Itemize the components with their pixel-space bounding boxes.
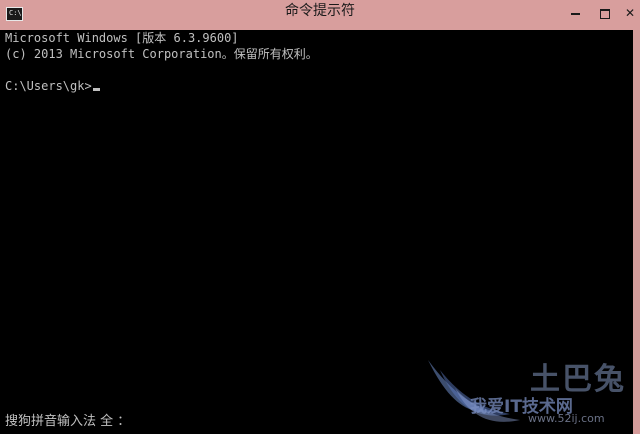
watermark: 土巴兔 我爱IT技术网 www.52ij.com	[420, 350, 633, 430]
minimize-icon	[570, 12, 580, 15]
maximize-icon	[600, 8, 610, 19]
ime-status-bar: 搜狗拼音输入法 全 ：	[5, 414, 131, 429]
maximize-button[interactable]	[590, 2, 620, 26]
console-line-copyright: (c) 2013 Microsoft Corporation。保留所有权利。	[5, 47, 318, 61]
console-output[interactable]: Microsoft Windows [版本 6.3.9600] (c) 2013…	[0, 30, 633, 434]
close-icon: ✕	[624, 6, 636, 20]
watermark-url: www.52ij.com	[528, 412, 605, 425]
console-prompt: C:\Users\gk>	[5, 78, 100, 94]
prompt-text: C:\Users\gk>	[5, 79, 92, 93]
title-bar[interactable]: C:\. 命令提示符 ✕	[0, 0, 640, 30]
console-window: C:\. 命令提示符 ✕ Microsoft Windows [版本 6.3.9…	[0, 0, 640, 434]
close-button[interactable]: ✕	[620, 2, 640, 26]
console-line-version: Microsoft Windows [版本 6.3.9600]	[5, 31, 239, 45]
scrollbar[interactable]	[633, 30, 640, 434]
wings-logo-icon	[428, 360, 520, 422]
text-cursor	[92, 88, 100, 91]
minimize-button[interactable]	[560, 2, 590, 26]
window-title: 命令提示符	[285, 3, 355, 19]
